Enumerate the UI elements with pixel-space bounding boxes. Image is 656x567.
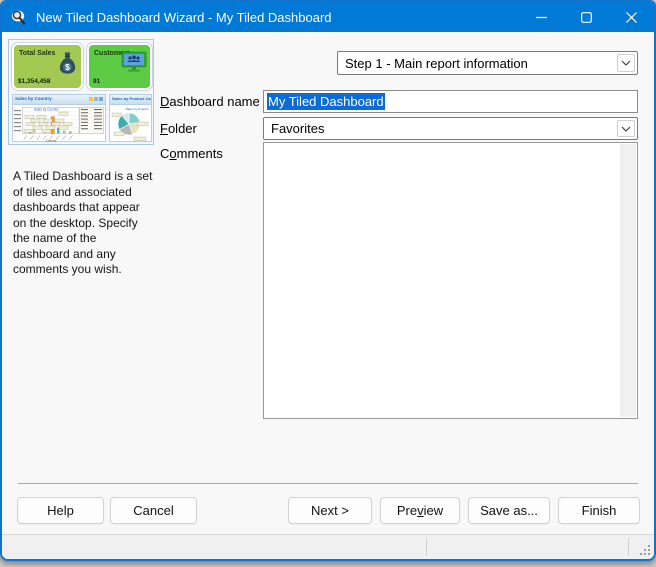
- folder-value: Favorites: [271, 118, 324, 139]
- status-bar-separator: [628, 538, 629, 556]
- cancel-button[interactable]: Cancel: [110, 497, 197, 524]
- refresh-icon: [99, 97, 103, 101]
- maximize-button[interactable]: [564, 2, 609, 32]
- title-bar[interactable]: New Tiled Dashboard Wizard - My Tiled Da…: [2, 2, 654, 32]
- svg-text:Country: Country: [46, 138, 57, 142]
- svg-text:Sales by Product: Sales by Product: [126, 107, 149, 111]
- help-button[interactable]: Help: [17, 497, 104, 524]
- dashboard-name-selected-text: My Tiled Dashboard: [267, 93, 385, 110]
- monitor-users-icon: [121, 51, 147, 73]
- save-as-button[interactable]: Save as...: [468, 497, 550, 524]
- minimize-button[interactable]: [519, 2, 564, 32]
- chevron-down-icon[interactable]: [617, 54, 635, 72]
- status-bar-separator: [426, 538, 427, 556]
- tile-value: $1,354,458: [18, 78, 51, 85]
- wizard-dialog-window: New Tiled Dashboard Wizard - My Tiled Da…: [0, 0, 656, 561]
- screen: New Tiled Dashboard Wizard - My Tiled Da…: [0, 0, 656, 567]
- finish-button[interactable]: Finish: [558, 497, 640, 524]
- export-icon: [94, 97, 98, 101]
- step-selector-value: Step 1 - Main report information: [345, 52, 528, 74]
- svg-text:$: $: [65, 62, 70, 72]
- button-area-separator: [18, 483, 638, 484]
- chevron-down-icon[interactable]: [617, 120, 635, 137]
- window-controls: [519, 2, 654, 32]
- minimize-icon: [536, 12, 547, 23]
- dialog-client-area: Total Sales $ $1,354,458 Customers: [2, 32, 654, 559]
- money-bag-icon: $: [57, 51, 78, 75]
- comments-scrollbar[interactable]: [620, 144, 636, 417]
- folder-icon: [89, 97, 93, 101]
- comments-textarea[interactable]: [263, 142, 638, 419]
- dashboard-name-input[interactable]: My Tiled Dashboard: [263, 90, 638, 113]
- chart-title: Sales by Country: [15, 96, 52, 101]
- close-icon: [626, 12, 637, 23]
- maximize-icon: [581, 12, 592, 23]
- preview-tile-total-sales: Total Sales $ $1,354,458: [12, 43, 83, 90]
- wizard-description-text: A Tiled Dashboard is a set of tiles and …: [13, 169, 153, 278]
- chart-title: Sales by Product Category: [112, 96, 151, 101]
- dashboard-name-label: Dashboard name: [160, 94, 260, 109]
- mini-bar-chart: Sales by Country: [13, 105, 105, 142]
- preview-chart-sales-by-product-category: Sales by Product Category Sales by Produ…: [109, 94, 152, 142]
- dashboard-preview-thumbnail: Total Sales $ $1,354,458 Customers: [8, 39, 154, 145]
- next-button[interactable]: Next >: [288, 497, 372, 524]
- tile-value: 91: [93, 78, 100, 85]
- folder-dropdown[interactable]: Favorites: [263, 117, 638, 140]
- svg-text:Sales by Country: Sales by Country: [34, 107, 59, 111]
- window-title: New Tiled Dashboard Wizard - My Tiled Da…: [36, 10, 332, 25]
- folder-label: Folder: [160, 121, 197, 136]
- status-bar: [2, 534, 654, 559]
- magnifier-icon: [10, 9, 27, 26]
- preview-button[interactable]: Preview: [380, 497, 460, 524]
- preview-chart-sales-by-country: Sales by Country: [12, 94, 106, 142]
- close-button[interactable]: [609, 2, 654, 32]
- resize-grip[interactable]: [639, 544, 651, 556]
- mini-pie-chart: Sales by Product: [110, 105, 151, 142]
- chart-header: Sales by Country: [13, 95, 105, 105]
- tile-label: Total Sales: [19, 50, 55, 57]
- comments-label: Comments: [160, 146, 223, 161]
- preview-tile-customers: Customers 91: [87, 43, 152, 90]
- chart-toolbar-icons: [89, 97, 103, 101]
- step-selector-dropdown[interactable]: Step 1 - Main report information: [337, 51, 638, 75]
- chart-header: Sales by Product Category: [110, 95, 151, 105]
